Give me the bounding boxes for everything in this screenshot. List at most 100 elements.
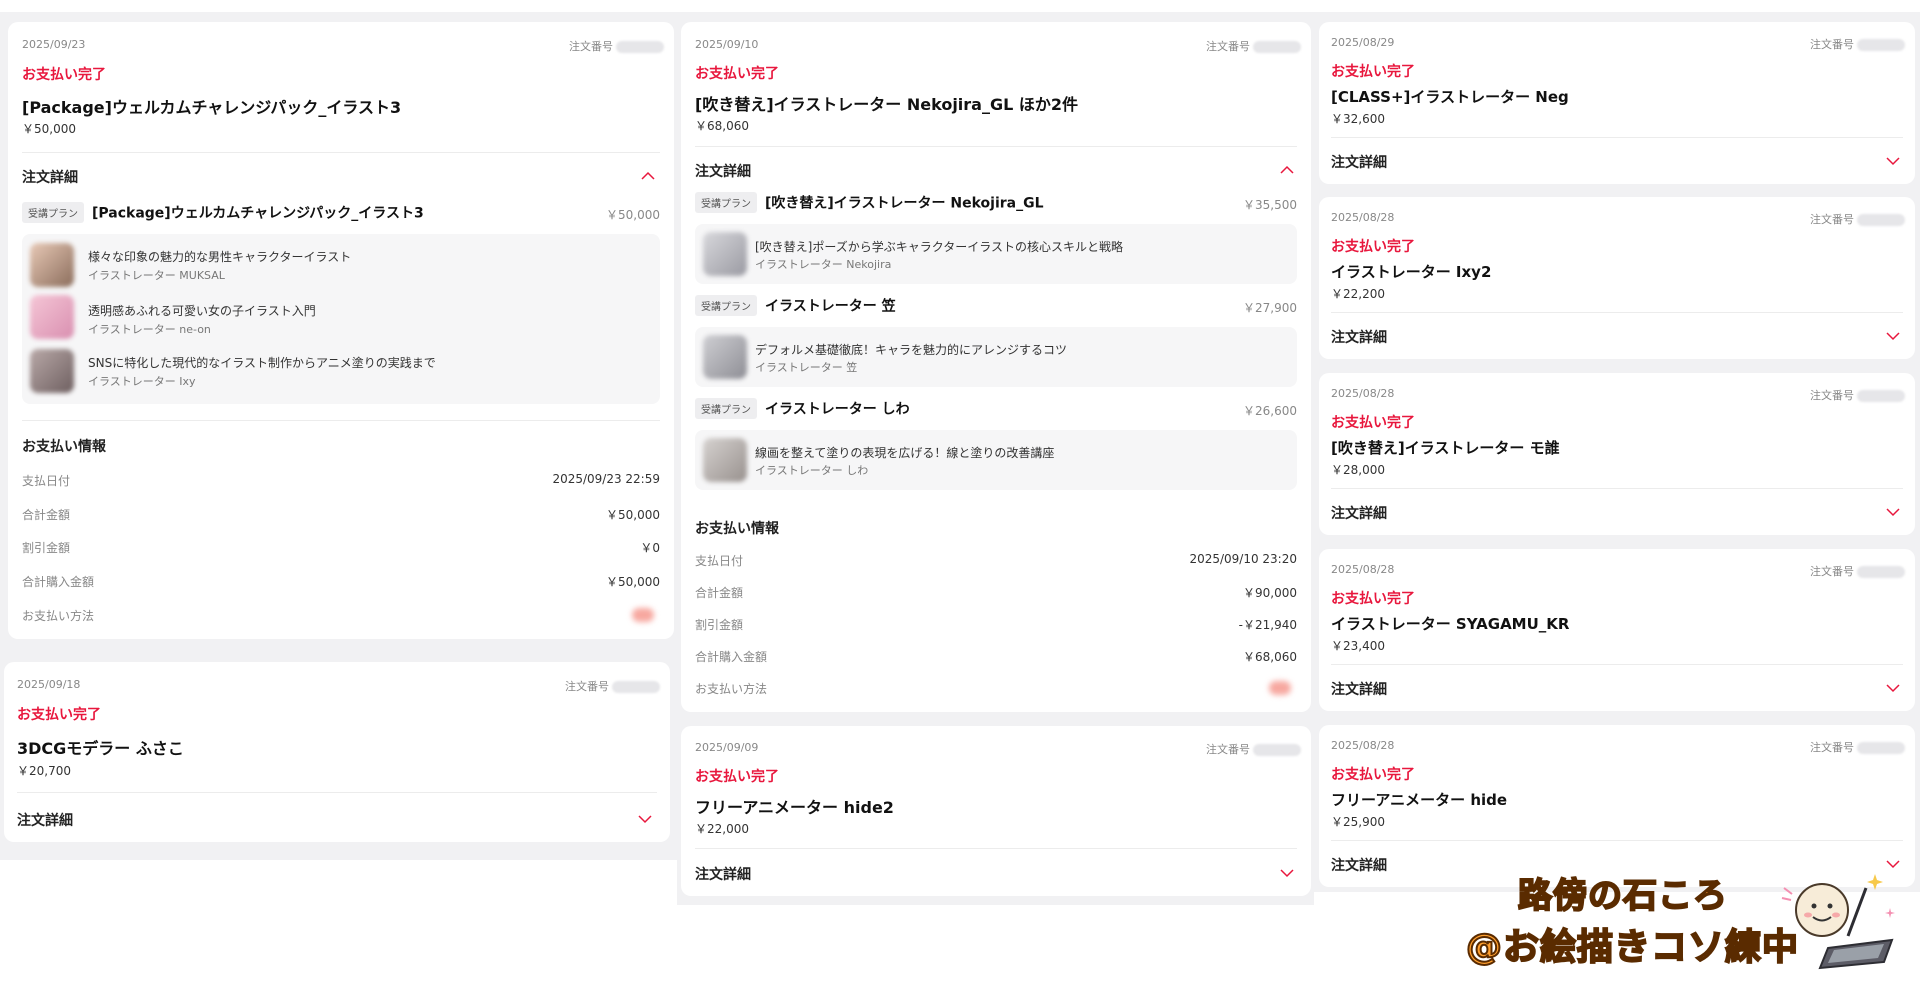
course-thumbnail (30, 349, 74, 393)
divider (1331, 488, 1903, 489)
order-card: 2025/09/18 注文番号 お支払い完了 3DCGモデラー ふさこ ￥20,… (4, 662, 670, 842)
plan-row: 受講プラン [Package]ウェルカムチャレンジパック_イラスト3 ￥50,00… (22, 202, 660, 226)
order-card: 2025/08/28 注文番号 お支払い完了 イラストレーター Ixy2 ￥22… (1319, 197, 1915, 359)
order-price: ￥68,060 (695, 119, 749, 133)
order-details-toggle[interactable]: 注文詳細 (695, 161, 1297, 183)
course-item[interactable]: 透明感あふれる可愛い女の子イラスト入門 イラストレーター ne-on (28, 292, 654, 342)
total-value: ￥90,000 (1243, 586, 1297, 600)
pay-date-value: 2025/09/23 22:59 (552, 472, 660, 486)
payment-info-heading: お支払い情報 (22, 439, 106, 455)
order-details-label: 注文詳細 (1331, 682, 1387, 698)
order-number-label: 注文番号 (569, 40, 613, 53)
order-number: 注文番号 (1206, 741, 1301, 757)
divider (695, 146, 1297, 147)
order-date: 2025/09/10 (695, 38, 759, 51)
order-title: イラストレーター SYAGAMU_KR (1331, 615, 1570, 633)
order-details-label: 注文詳細 (1331, 506, 1387, 522)
status-badge: お支払い完了 (1331, 415, 1415, 431)
order-details-label: 注文詳細 (22, 170, 78, 186)
order-details-toggle[interactable]: 注文詳細 (22, 167, 660, 189)
order-price: ￥22,200 (1331, 287, 1385, 301)
order-card: 2025/09/09 注文番号 お支払い完了 フリーアニメーター hide2 ￥… (681, 726, 1311, 896)
course-title: [吹き替え]ポーズから学ぶキャラクターイラストの核心スキルと戦略 (755, 240, 1124, 254)
total-label: 合計金額 (22, 508, 71, 522)
plan-price: ￥50,000 (606, 208, 660, 222)
discount-value: ￥0 (640, 541, 660, 555)
course-item[interactable]: 様々な印象の魅力的な男性キャラクターイラスト イラストレーター MUKSAL (28, 240, 654, 290)
order-number: 注文番号 (1810, 739, 1905, 755)
order-date: 2025/09/18 (17, 678, 81, 691)
discount-label: 割引金額 (695, 618, 744, 632)
order-details-toggle[interactable]: 注文詳細 (17, 810, 657, 832)
plan-name: [吹き替え]イラストレーター Nekojira_GL (765, 195, 1044, 212)
course-thumbnail (30, 243, 74, 287)
course-title: 様々な印象の魅力的な男性キャラクターイラスト (88, 250, 352, 264)
order-details-toggle[interactable]: 注文詳細 (1331, 152, 1903, 174)
divider (17, 792, 657, 793)
order-price: ￥50,000 (22, 122, 76, 136)
order-number-masked (1857, 742, 1905, 754)
status-badge: お支払い完了 (17, 707, 101, 723)
status-badge: お支払い完了 (1331, 591, 1415, 607)
purchase-total-value: ￥68,060 (1243, 650, 1297, 664)
purchase-total-label: 合計購入金額 (22, 575, 95, 589)
plan-row: 受講プラン [吹き替え]イラストレーター Nekojira_GL ￥35,500 (695, 192, 1297, 216)
order-date: 2025/08/29 (1331, 36, 1395, 49)
divider (22, 420, 660, 421)
pay-method-icon (632, 608, 654, 622)
order-number-label: 注文番号 (1206, 40, 1250, 53)
order-details-toggle[interactable]: 注文詳細 (695, 864, 1297, 886)
payment-info-heading: お支払い情報 (695, 521, 779, 537)
course-author: イラストレーター Nekojira (755, 258, 892, 271)
course-author: イラストレーター Ixy (88, 375, 196, 388)
course-thumbnail (703, 232, 747, 276)
order-card: 2025/09/10 注文番号 お支払い完了 [吹き替え]イラストレーター Ne… (681, 22, 1311, 712)
pay-method-label: お支払い方法 (695, 682, 768, 696)
course-author: イラストレーター 笠 (755, 361, 858, 374)
order-number-masked (1857, 566, 1905, 578)
course-item[interactable]: SNSに特化した現代的なイラスト制作からアニメ塗りの実践まで イラストレーター … (28, 344, 654, 398)
plan-badge: 受講プラン (22, 202, 84, 223)
order-details-label: 注文詳細 (1331, 155, 1387, 171)
plan-price: ￥27,900 (1243, 301, 1297, 315)
brand-line-2: @お絵描きコソ練中 (1465, 926, 1800, 969)
order-number-label: 注文番号 (1810, 38, 1854, 51)
course-item[interactable]: 線画を整えて塗りの表現を広げる！線と塗りの改善講座 イラストレーター しわ (695, 430, 1297, 490)
status-badge: お支払い完了 (695, 66, 779, 82)
order-number-label: 注文番号 (1810, 213, 1854, 226)
order-price: ￥20,700 (17, 764, 71, 778)
total-label: 合計金額 (695, 586, 744, 600)
order-number-masked (612, 681, 660, 693)
order-number: 注文番号 (1206, 38, 1301, 54)
order-number-label: 注文番号 (1810, 565, 1854, 578)
pay-date-label: 支払日付 (22, 474, 71, 488)
status-badge: お支払い完了 (1331, 64, 1415, 80)
order-title: [吹き替え]イラストレーター モ誰 (1331, 439, 1560, 457)
plan-name: イラストレーター 笠 (765, 298, 896, 315)
plan-price: ￥35,500 (1243, 198, 1297, 212)
plan-name: [Package]ウェルカムチャレンジパック_イラスト3 (92, 205, 424, 222)
order-number: 注文番号 (1810, 36, 1905, 52)
order-details-toggle[interactable]: 注文詳細 (1331, 679, 1903, 701)
order-details-toggle[interactable]: 注文詳細 (1331, 327, 1903, 349)
order-number-label: 注文番号 (565, 680, 609, 693)
order-date: 2025/08/28 (1331, 563, 1395, 576)
course-title: 透明感あふれる可愛い女の子イラスト入門 (88, 304, 316, 318)
order-price: ￥32,600 (1331, 112, 1385, 126)
divider (1331, 840, 1903, 841)
order-number-label: 注文番号 (1810, 741, 1854, 754)
course-item[interactable]: [吹き替え]ポーズから学ぶキャラクターイラストの核心スキルと戦略 イラストレータ… (695, 224, 1297, 284)
order-date: 2025/08/28 (1331, 211, 1395, 224)
course-item[interactable]: デフォルメ基礎徹底！キャラを魅力的にアレンジするコツ イラストレーター 笠 (695, 327, 1297, 387)
divider (22, 152, 660, 153)
order-details-toggle[interactable]: 注文詳細 (1331, 503, 1903, 525)
status-badge: お支払い完了 (1331, 239, 1415, 255)
plan-badge: 受講プラン (695, 192, 757, 213)
order-number-masked (1253, 744, 1301, 756)
order-number: 注文番号 (565, 678, 660, 694)
order-price: ￥28,000 (1331, 463, 1385, 477)
chevron-down-icon (1886, 332, 1900, 341)
discount-label: 割引金額 (22, 541, 71, 555)
chevron-down-icon (1886, 157, 1900, 166)
order-card: 2025/08/29 注文番号 お支払い完了 [CLASS+]イラストレーター … (1319, 22, 1915, 184)
